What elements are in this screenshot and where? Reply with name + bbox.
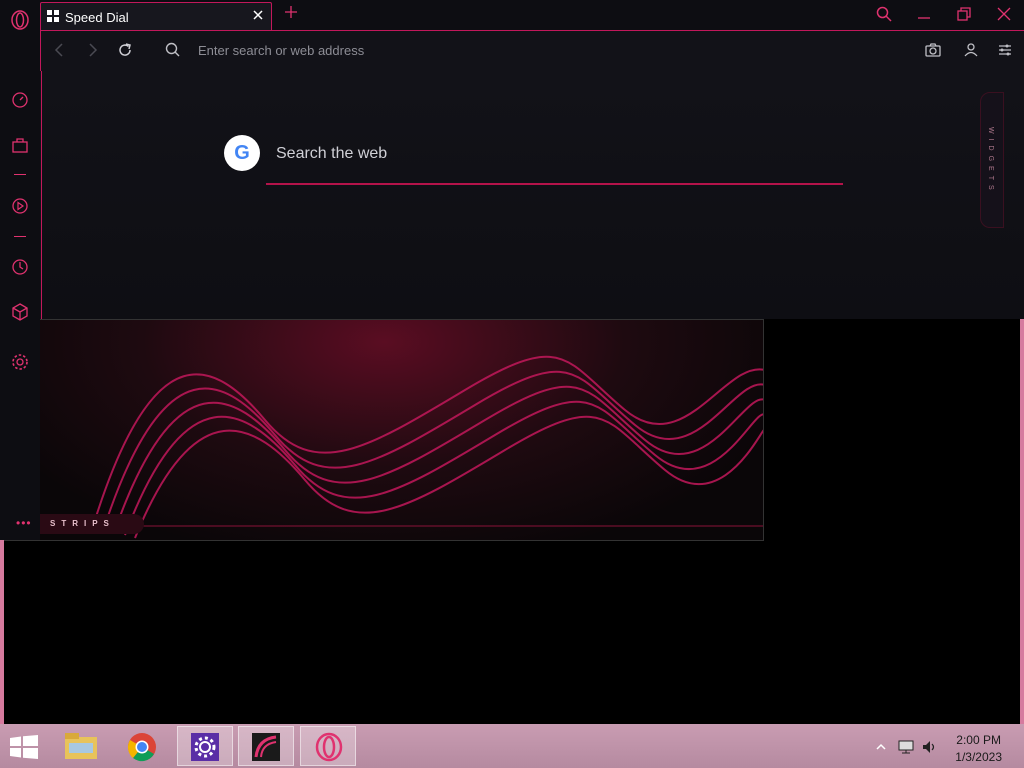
speed-dial-page <box>41 71 1024 319</box>
player-icon[interactable] <box>10 196 30 216</box>
speed-dial-icon <box>47 10 59 22</box>
opera-icon <box>315 732 343 762</box>
speed-dial-search-input[interactable]: Search the web <box>276 145 387 163</box>
network-icon[interactable] <box>898 740 914 754</box>
wallpaper-strip <box>4 319 764 541</box>
back-icon[interactable] <box>52 42 66 58</box>
new-tab-icon[interactable] <box>284 5 298 19</box>
search-icon <box>165 42 180 57</box>
google-icon: G <box>234 141 250 164</box>
windows-start-icon[interactable] <box>10 735 38 759</box>
tab-title: Speed Dial <box>65 10 129 25</box>
settings-gear-icon[interactable] <box>10 352 30 372</box>
sidebar-more-button[interactable]: ••• <box>16 516 32 530</box>
easy-setup-icon[interactable] <box>997 42 1013 58</box>
opera-menu-icon[interactable] <box>10 10 30 30</box>
file-explorer-button[interactable] <box>53 726 109 766</box>
show-hidden-icons[interactable] <box>876 743 886 751</box>
close-window-icon[interactable] <box>996 6 1012 22</box>
folder-icon <box>65 733 97 759</box>
camera-icon[interactable] <box>925 42 941 58</box>
widgets-button[interactable]: WIDGETS <box>980 92 1004 228</box>
settings-app-button[interactable] <box>177 726 233 766</box>
forward-icon[interactable] <box>86 42 100 58</box>
minimize-icon[interactable] <box>916 6 932 22</box>
search-engine-button[interactable]: G <box>224 135 260 171</box>
tab-speed-dial[interactable]: Speed Dial <box>40 2 272 30</box>
history-icon[interactable] <box>10 257 30 277</box>
opera-sidebar <box>0 0 40 540</box>
extensions-cube-icon[interactable] <box>10 302 30 322</box>
widgets-label: WIDGETS <box>987 127 994 195</box>
restore-icon[interactable] <box>956 6 972 22</box>
settings-app-icon <box>191 733 219 761</box>
search-tabs-icon[interactable] <box>876 6 892 22</box>
opera-button[interactable] <box>300 726 356 766</box>
clock-date: 1/3/2023 <box>955 750 1002 764</box>
taskbar-clock[interactable]: 2:00 PM 1/3/2023 <box>955 733 1002 764</box>
shopping-bag-icon[interactable] <box>10 135 30 155</box>
opera-gx-button[interactable] <box>238 726 294 766</box>
search-underline <box>266 183 843 185</box>
wave-graphic <box>45 355 763 539</box>
toolbar <box>40 30 1024 71</box>
opera-gx-icon <box>252 733 280 761</box>
strips-label: STRIPS <box>50 519 115 528</box>
chrome-icon <box>127 733 156 762</box>
chrome-button[interactable] <box>115 726 171 766</box>
reload-icon[interactable] <box>117 42 133 58</box>
speedometer-icon[interactable] <box>10 90 30 110</box>
close-tab-icon[interactable] <box>251 8 265 22</box>
strips-button[interactable]: STRIPS <box>40 514 144 534</box>
browser-window: Speed Dial Enter search or web address G… <box>0 0 1024 319</box>
sidebar-divider <box>14 174 26 175</box>
address-bar[interactable]: Enter search or web address <box>198 43 364 58</box>
taskbar <box>0 724 1024 768</box>
account-icon[interactable] <box>964 42 978 58</box>
clock-time: 2:00 PM <box>956 733 1001 747</box>
volume-icon[interactable] <box>922 740 938 754</box>
sidebar-divider <box>14 236 26 237</box>
